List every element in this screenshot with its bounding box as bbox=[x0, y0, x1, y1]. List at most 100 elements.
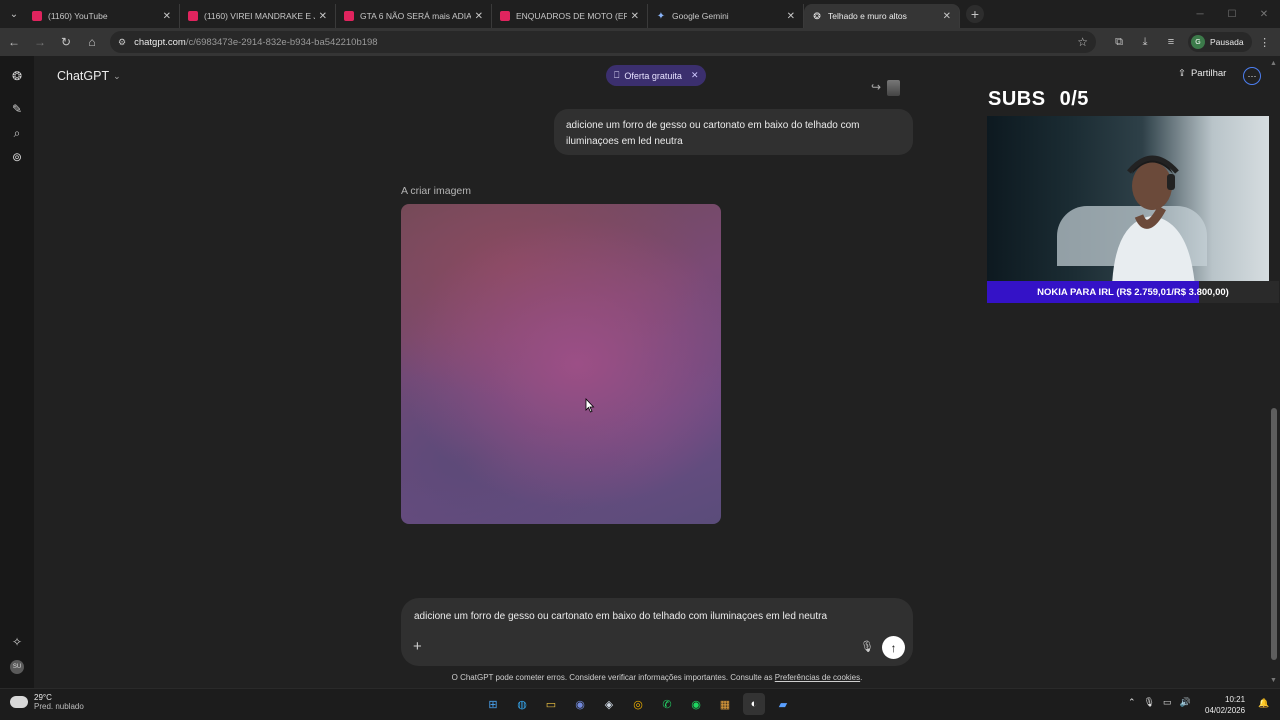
scroll-up-icon[interactable]: ▲ bbox=[1270, 60, 1277, 67]
tab-title: (1160) VIREI MANDRAKE E JÁ F bbox=[204, 11, 315, 21]
url-text: chatgpt.com/c/6983473e-2914-832e-b934-ba… bbox=[134, 37, 1077, 48]
disclaimer: O ChatGPT pode cometer erros. Considere … bbox=[451, 673, 863, 682]
scrollbar-thumb[interactable] bbox=[1271, 408, 1277, 660]
network-icon[interactable]: ▭ bbox=[1163, 697, 1172, 708]
extensions-icon[interactable]: ⧉ bbox=[1106, 30, 1132, 54]
tab-youtube-3[interactable]: GTA 6 NÃO SERÁ mais ADIADO ✕ bbox=[336, 4, 492, 28]
library-icon[interactable]: ⊚ bbox=[8, 148, 26, 166]
model-selector[interactable]: ChatGPT ⌄ bbox=[57, 69, 121, 83]
add-attachment-icon[interactable]: + bbox=[413, 638, 427, 655]
share-icon: ⇪ bbox=[1178, 68, 1186, 79]
chatgpt-icon: ❂ bbox=[813, 10, 821, 21]
tab-chatgpt[interactable]: ❂ Telhado e muro altos ✕ bbox=[804, 4, 960, 28]
chevron-down-icon: ⌄ bbox=[113, 70, 121, 81]
cookie-preferences-link[interactable]: Preferências de cookies bbox=[775, 673, 860, 682]
youtube-icon bbox=[32, 11, 42, 21]
obs-icon[interactable]: ◐ bbox=[743, 693, 765, 715]
microphone-icon[interactable]: 🎙 bbox=[1144, 697, 1155, 708]
chevron-up-icon[interactable]: ⌃ bbox=[1128, 697, 1136, 708]
home-icon[interactable]: ⌂ bbox=[80, 30, 104, 54]
spotify-icon[interactable]: ◉ bbox=[685, 693, 707, 715]
address-bar: ← → ↻ ⌂ ⚙ chatgpt.com/c/6983473e-2914-83… bbox=[0, 28, 1280, 56]
subs-goal-overlay: SUBS 0/5 bbox=[988, 88, 1089, 111]
microphone-icon[interactable]: 🎙 bbox=[860, 640, 874, 653]
volume-icon[interactable]: 🔊 bbox=[1180, 697, 1191, 708]
free-offer-pill[interactable]: ⎕ Oferta gratuita ✕ bbox=[606, 65, 707, 86]
taskbar-apps: ⊞ ◍ ▭ ◉ ◈ ◎ ✆ ◉ ▦ ◐ ▰ bbox=[482, 693, 794, 715]
donation-goal-banner: NOKIA PARA IRL (R$ 2.759,01/R$ 3.800,00) bbox=[987, 281, 1279, 303]
windows-start-icon[interactable]: ⊞ bbox=[482, 693, 504, 715]
close-icon[interactable]: ✕ bbox=[163, 11, 171, 22]
maximize-icon[interactable]: ☐ bbox=[1216, 0, 1248, 28]
share-button[interactable]: ⇪ Partilhar bbox=[1178, 68, 1226, 79]
tab-youtube-1[interactable]: (1160) YouTube ✕ bbox=[24, 4, 180, 28]
download-icon[interactable]: ⤓ bbox=[1132, 30, 1158, 54]
send-button[interactable]: ↑ bbox=[882, 636, 905, 659]
reload-icon[interactable]: ↻ bbox=[54, 30, 78, 54]
close-icon[interactable]: ✕ bbox=[943, 11, 951, 22]
close-icon[interactable]: ✕ bbox=[787, 11, 795, 22]
streamer-figure bbox=[1112, 155, 1195, 281]
youtube-icon bbox=[344, 11, 354, 21]
youtube-icon bbox=[188, 11, 198, 21]
file-explorer-icon[interactable]: ▭ bbox=[540, 693, 562, 715]
close-icon[interactable]: ✕ bbox=[631, 11, 639, 22]
chrome-icon[interactable]: ◎ bbox=[627, 693, 649, 715]
weather-widget[interactable]: 29°C Pred. nublado bbox=[10, 693, 84, 711]
message-composer[interactable]: adicione um forro de gesso ou cartonato … bbox=[401, 598, 913, 666]
clock[interactable]: 10:21 04/02/2026 bbox=[1205, 694, 1245, 716]
steam-icon[interactable]: ◈ bbox=[598, 693, 620, 715]
back-icon[interactable]: ← bbox=[2, 30, 26, 54]
tab-gemini[interactable]: ✦ Google Gemini ✕ bbox=[648, 4, 804, 28]
site-info-icon[interactable]: ⚙ bbox=[118, 37, 126, 48]
bookmark-star-icon[interactable]: ☆ bbox=[1077, 35, 1088, 49]
profile-button[interactable]: G Pausada bbox=[1188, 32, 1252, 52]
model-name: ChatGPT bbox=[57, 69, 110, 83]
time: 10:21 bbox=[1225, 695, 1246, 704]
edge-icon[interactable]: ◍ bbox=[511, 693, 533, 715]
close-icon[interactable]: ✕ bbox=[319, 11, 327, 22]
close-window-icon[interactable]: ✕ bbox=[1248, 0, 1280, 28]
forward-icon[interactable]: → bbox=[28, 30, 52, 54]
composer-input[interactable]: adicione um forro de gesso ou cartonato … bbox=[414, 611, 827, 622]
tab-title: Telhado e muro altos bbox=[828, 11, 907, 21]
subs-label: SUBS bbox=[988, 88, 1046, 110]
tab-title: (1160) YouTube bbox=[48, 11, 108, 21]
tab-youtube-2[interactable]: (1160) VIREI MANDRAKE E JÁ F ✕ bbox=[180, 4, 336, 28]
url-input[interactable]: ⚙ chatgpt.com/c/6983473e-2914-832e-b934-… bbox=[110, 31, 1096, 53]
notification-bell-icon[interactable]: 🔔 bbox=[1258, 698, 1269, 709]
new-tab-button[interactable]: + bbox=[966, 5, 984, 23]
weather-condition: Pred. nublado bbox=[34, 702, 84, 711]
search-icon[interactable]: ⌕ bbox=[8, 124, 26, 142]
app-icon[interactable]: ▦ bbox=[714, 693, 736, 715]
media-controls-icon[interactable]: ≡ bbox=[1158, 30, 1184, 54]
window-controls: ─ ☐ ✕ bbox=[1184, 0, 1280, 28]
close-icon[interactable]: ✕ bbox=[475, 11, 483, 22]
image-generation-placeholder bbox=[401, 204, 721, 524]
upgrade-sparkle-icon[interactable]: ✧ bbox=[8, 633, 26, 651]
profile-avatar: G bbox=[1191, 35, 1205, 49]
offer-label: Oferta gratuita bbox=[624, 70, 682, 81]
minimize-icon[interactable]: ─ bbox=[1184, 0, 1216, 28]
paint-icon[interactable]: ▰ bbox=[772, 693, 794, 715]
discord-icon[interactable]: ◉ bbox=[569, 693, 591, 715]
attachment-thumbnail[interactable] bbox=[887, 80, 900, 96]
more-options-button[interactable]: ⋯ bbox=[1243, 67, 1261, 85]
share-label: Partilhar bbox=[1190, 68, 1227, 79]
temperature: 29°C bbox=[34, 693, 52, 702]
gift-icon: ⎕ bbox=[614, 70, 620, 80]
whatsapp-icon[interactable]: ✆ bbox=[656, 693, 678, 715]
user-message: adicione um forro de gesso ou cartonato … bbox=[554, 109, 913, 155]
chatgpt-sidebar-rail: ❂ ✎ ⌕ ⊚ ✧ SU bbox=[0, 56, 34, 688]
avatar[interactable]: SU bbox=[10, 660, 24, 674]
chatgpt-logo-icon[interactable]: ❂ bbox=[8, 67, 26, 85]
browser-menu-icon[interactable]: ⋮ bbox=[1252, 30, 1278, 54]
new-chat-icon[interactable]: ✎ bbox=[8, 100, 26, 118]
tab-search-icon[interactable]: ⌄ bbox=[4, 4, 24, 24]
url-host: chatgpt.com bbox=[134, 36, 186, 48]
webcam-feed bbox=[987, 116, 1269, 281]
subs-count: 0/5 bbox=[1059, 88, 1089, 110]
close-icon[interactable]: ✕ bbox=[691, 70, 699, 81]
tab-youtube-4[interactable]: ENQUADROS DE MOTO (EP. 12 ✕ bbox=[492, 4, 648, 28]
browser-toolbar: ⧉ ⤓ ≡ G Pausada ⋮ bbox=[1106, 30, 1278, 54]
